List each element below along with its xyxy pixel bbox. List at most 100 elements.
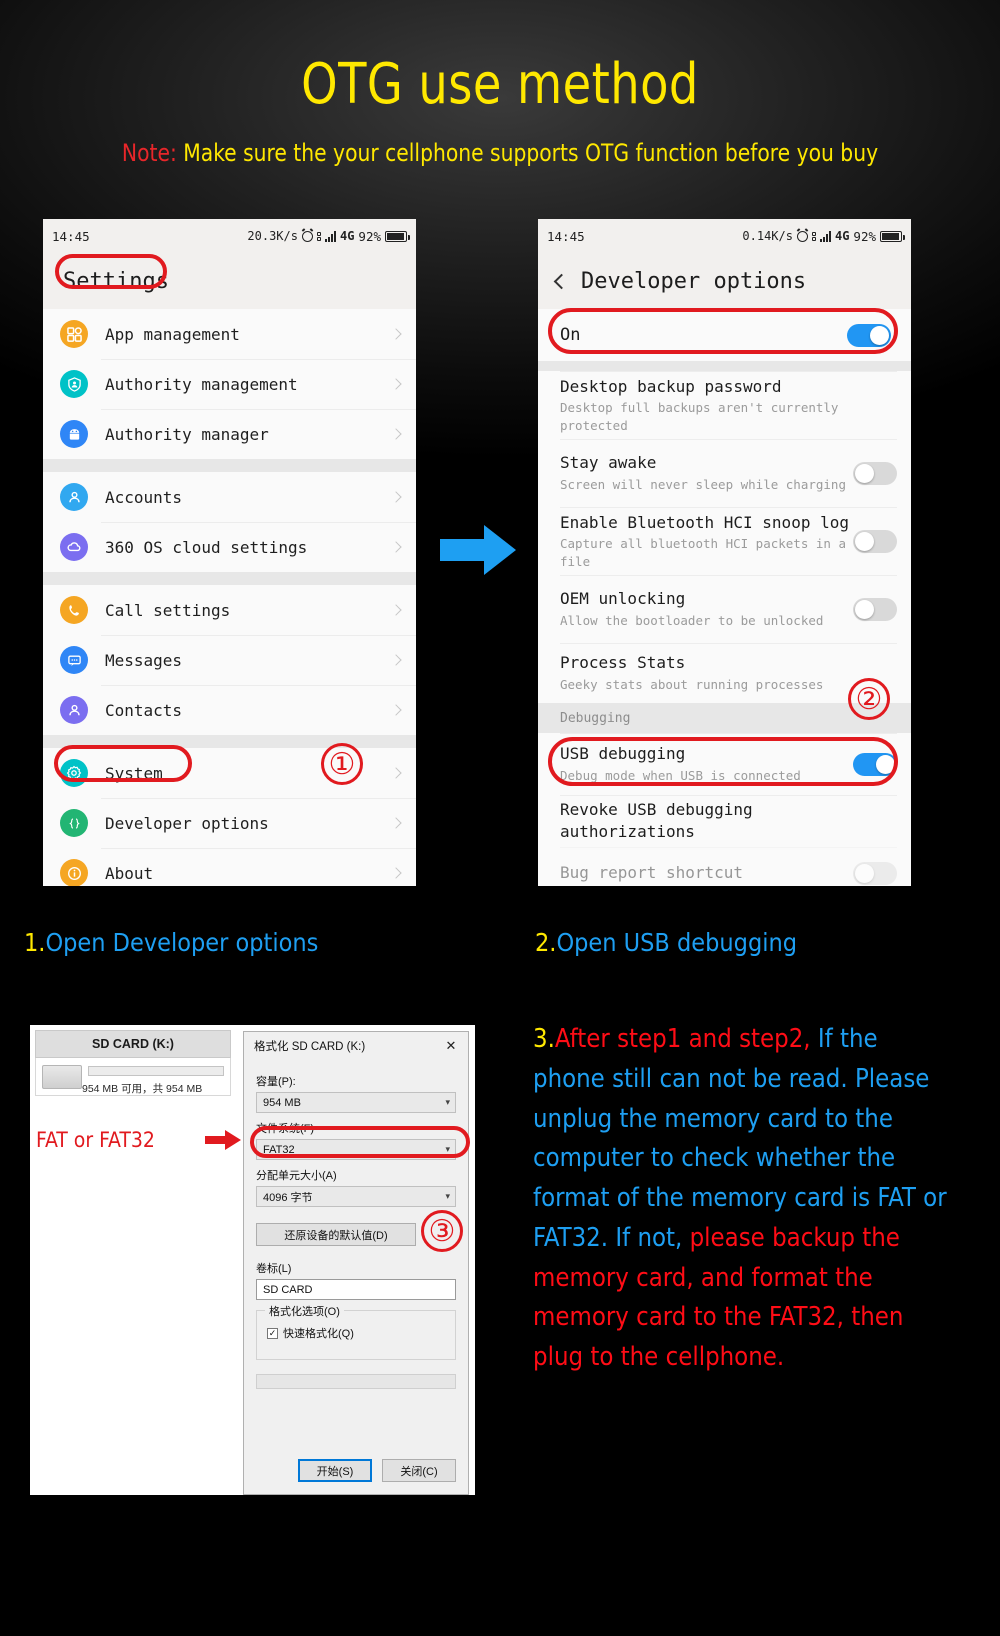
- group-divider: [43, 735, 416, 748]
- start-button[interactable]: 开始(S): [298, 1459, 372, 1482]
- list-item[interactable]: Revoke USB debugging authorizations: [538, 795, 911, 847]
- status-time: 14:45: [52, 228, 90, 244]
- list-item[interactable]: Enable Bluetooth HCI snoop log Capture a…: [538, 507, 911, 575]
- row-subtitle: Screen will never sleep while charging: [560, 477, 846, 493]
- back-arrow-icon[interactable]: [553, 273, 570, 289]
- phone-icon: [60, 596, 88, 624]
- master-switch-toggle[interactable]: [847, 323, 891, 347]
- sidebar-item-contacts[interactable]: Contacts: [43, 685, 416, 735]
- developer-options-header: Developer options: [538, 253, 911, 309]
- sidebar-item-authority-management[interactable]: Authority management: [43, 359, 416, 409]
- format-options-group: 格式化选项(O) ✓ 快速格式化(Q): [256, 1303, 456, 1360]
- note-line: Note: Make sure the your cellphone suppo…: [30, 139, 970, 167]
- settings-group-2: Accounts 360 OS cloud settings: [43, 472, 416, 572]
- red-arrow-icon: [205, 1130, 241, 1150]
- list-item[interactable]: Bug report shortcut: [538, 847, 911, 886]
- status-netspeed: 20.3K/s: [247, 229, 298, 243]
- list-item[interactable]: Stay awake Screen will never sleep while…: [538, 439, 911, 507]
- stay-awake-toggle[interactable]: [853, 461, 897, 485]
- settings-group-3: Call settings Messages Contacts: [43, 585, 416, 735]
- status-battery-pct: 92%: [853, 228, 876, 244]
- sidebar-item-developer-options[interactable]: Developer options: [43, 798, 416, 848]
- drive-name-label: SD CARD (K:): [35, 1030, 231, 1058]
- format-options-legend: 格式化选项(O): [265, 1303, 344, 1319]
- quick-format-label: 快速格式化(Q): [283, 1328, 354, 1340]
- dialog-titlebar: 格式化 SD CARD (K:) ✕: [244, 1032, 468, 1060]
- capacity-bar: [88, 1065, 224, 1076]
- message-icon: [60, 646, 88, 674]
- checkbox-icon[interactable]: ✓: [267, 1327, 278, 1339]
- chevron-down-icon: ▾: [445, 1144, 450, 1154]
- row-title: Process Stats: [560, 653, 686, 673]
- quick-format-checkbox-row[interactable]: ✓ 快速格式化(Q): [267, 1325, 445, 1341]
- step-3-text-block: 3.After step1 and step2, If the phone st…: [533, 1020, 953, 1378]
- fat-or-fat32-note: FAT or FAT32: [36, 1128, 155, 1152]
- chevron-right-icon: [390, 817, 402, 829]
- step-marker-2: ②: [848, 678, 890, 720]
- sidebar-item-label: Authority manager: [105, 424, 269, 444]
- bluetooth-snoop-log-toggle[interactable]: [853, 529, 897, 553]
- windows-screenshot: SD CARD (K:) 954 MB 可用，共 954 MB 格式化 SD C…: [30, 1025, 475, 1495]
- master-switch-row[interactable]: On: [538, 309, 911, 361]
- close-button[interactable]: 关闭(C): [382, 1459, 456, 1482]
- chevron-down-icon: ▾: [445, 1191, 450, 1201]
- row-title: OEM unlocking: [560, 589, 686, 609]
- info-icon: [60, 859, 88, 886]
- capacity-select[interactable]: 954 MB ▾: [256, 1092, 456, 1113]
- volume-label: 卷标(L): [256, 1263, 292, 1275]
- filesystem-select[interactable]: FAT32 ▾: [256, 1139, 456, 1160]
- phone-screenshot-developer-options: 14:45 0.14K/s 4G 92% Developer options O…: [538, 219, 911, 886]
- sidebar-item-app-management[interactable]: App management: [43, 309, 416, 359]
- row-title: Desktop backup password: [560, 376, 782, 396]
- android-robot-icon: [60, 420, 88, 448]
- sidebar-item-accounts[interactable]: Accounts: [43, 472, 416, 522]
- sidebar-item-label: Contacts: [105, 700, 183, 720]
- sidebar-item-cloud-settings[interactable]: 360 OS cloud settings: [43, 522, 416, 572]
- restore-defaults-button[interactable]: 还原设备的默认值(D): [256, 1223, 416, 1246]
- gear-icon: [60, 759, 88, 787]
- capacity-label: 容量(P):: [256, 1076, 296, 1088]
- contact-icon: [60, 696, 88, 724]
- list-item[interactable]: USB debugging Debug mode when USB is con…: [538, 733, 911, 795]
- bug-report-shortcut-toggle[interactable]: [853, 861, 897, 885]
- chevron-right-icon: [390, 541, 402, 553]
- dual-sim-icon: [811, 231, 816, 241]
- caption-step-1-number: 1.: [24, 928, 46, 957]
- list-item[interactable]: OEM unlocking Allow the bootloader to be…: [538, 575, 911, 643]
- volume-label-input[interactable]: SD CARD: [256, 1279, 456, 1300]
- allocation-label: 分配单元大小(A): [256, 1170, 337, 1182]
- note-text: Make sure the your cellphone supports OT…: [183, 139, 879, 167]
- chevron-right-icon: [390, 767, 402, 779]
- step-3-blue-block: If the phone still can not be read. Plea…: [533, 1024, 947, 1253]
- sidebar-item-label: About: [105, 863, 154, 883]
- sidebar-item-authority-manager[interactable]: Authority manager: [43, 409, 416, 459]
- sidebar-item-label: Developer options: [105, 813, 269, 833]
- row-title: Enable Bluetooth HCI snoop log: [560, 512, 849, 532]
- settings-group-1: App management Authority management Auth…: [43, 309, 416, 459]
- usb-debugging-toggle[interactable]: [853, 752, 897, 776]
- step-3-blue-tail: If not,: [615, 1222, 683, 1253]
- sidebar-item-label: App management: [105, 324, 240, 344]
- allocation-select[interactable]: 4096 字节 ▾: [256, 1186, 456, 1207]
- status-network: 4G: [834, 229, 850, 243]
- chevron-right-icon: [390, 491, 402, 503]
- sidebar-item-messages[interactable]: Messages: [43, 635, 416, 685]
- row-title: Stay awake: [560, 453, 657, 473]
- oem-unlocking-toggle[interactable]: [853, 597, 897, 621]
- removable-disk-icon: [42, 1064, 82, 1089]
- row-subtitle: Geeky stats about running processes: [560, 677, 824, 693]
- row-subtitle: Debug mode when USB is connected: [560, 768, 801, 784]
- apps-grid-icon: [60, 320, 88, 348]
- alarm-icon: [301, 230, 313, 242]
- note-prefix: Note:: [121, 139, 177, 167]
- sidebar-item-call-settings[interactable]: Call settings: [43, 585, 416, 635]
- sidebar-item-about[interactable]: About: [43, 848, 416, 886]
- sidebar-item-label: Call settings: [105, 600, 231, 620]
- close-icon[interactable]: ✕: [434, 1032, 468, 1060]
- alarm-icon: [796, 230, 808, 242]
- list-item[interactable]: Desktop backup password Desktop full bac…: [538, 371, 911, 439]
- step-3-number: 3.: [533, 1024, 555, 1054]
- drive-capacity-text: 954 MB 可用，共 954 MB: [82, 1083, 203, 1095]
- group-divider: [538, 361, 911, 371]
- status-battery-pct: 92%: [358, 228, 381, 244]
